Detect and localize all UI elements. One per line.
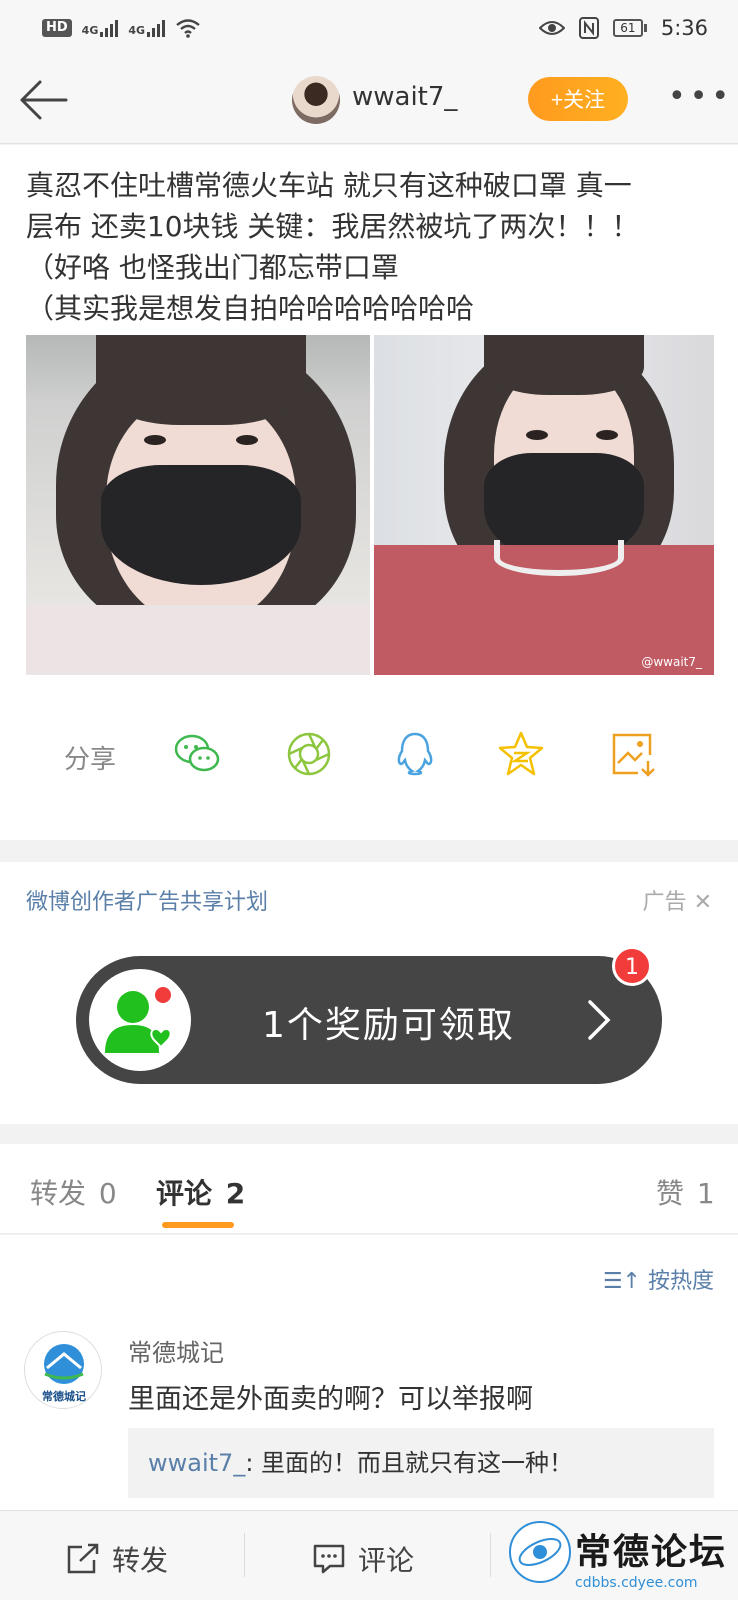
post-line: 真忍不住吐槽常德火车站 就只有这种破口罩 真一 xyxy=(26,169,632,202)
reply-text: : 里面的！而且就只有这一种！ xyxy=(245,1449,574,1477)
more-options-icon[interactable]: ••• xyxy=(668,82,733,112)
status-bar: HD 4G 4G 61 5:36 xyxy=(0,0,738,56)
commenter-avatar[interactable]: 常德城记 xyxy=(24,1331,102,1409)
post-line: 层布 还卖10块钱 关键：我居然被坑了两次！！！ xyxy=(26,210,640,243)
tab-repost[interactable]: 转发 0 xyxy=(30,1172,117,1212)
reply-username[interactable]: wwait7_ xyxy=(148,1449,245,1477)
post-photo-2[interactable]: @wwait7_ xyxy=(374,335,714,675)
close-icon[interactable]: ✕ xyxy=(694,890,712,915)
save-image-icon[interactable] xyxy=(608,729,658,779)
tab-count: 0 xyxy=(98,1177,117,1210)
share-label: 分享 xyxy=(64,745,117,775)
forum-logo-icon xyxy=(509,1521,571,1583)
post-card: 真忍不住吐槽常德火车站 就只有这种破口罩 真一 层布 还卖10块钱 关键：我居然… xyxy=(0,145,738,840)
avatar-label: 常德城记 xyxy=(42,1389,86,1403)
bottom-action-bar: 转发 评论 常德论坛 cdbbs.cdyee.com xyxy=(0,1510,738,1600)
moments-icon[interactable] xyxy=(284,729,334,779)
status-left: HD 4G 4G xyxy=(42,18,201,38)
comment-text: 里面还是外面卖的啊？可以举报啊 xyxy=(128,1384,533,1415)
signal-bars-icon xyxy=(100,19,119,37)
wifi-icon xyxy=(176,19,200,38)
tab-count: 2 xyxy=(225,1177,246,1210)
tab-count: 1 xyxy=(696,1177,715,1210)
reward-user-icon xyxy=(89,969,191,1071)
comment-icon xyxy=(313,1544,345,1574)
eye-icon xyxy=(538,21,565,35)
tab-like[interactable]: 赞 1 xyxy=(656,1172,715,1212)
forum-logo-url: cdbbs.cdyee.com xyxy=(575,1575,698,1591)
author-avatar[interactable] xyxy=(292,76,340,124)
sort-by-hot-button[interactable]: ☰↑ 按热度 xyxy=(603,1263,714,1295)
wechat-icon[interactable] xyxy=(172,729,222,779)
qq-icon[interactable] xyxy=(390,729,440,779)
reward-button[interactable]: 1个奖励可领取 1 xyxy=(76,946,662,1084)
notification-badge: 1 xyxy=(612,946,652,986)
network-type-label: 4G xyxy=(128,24,146,37)
post-text: 真忍不住吐槽常德火车站 就只有这种破口罩 真一 层布 还卖10块钱 关键：我居然… xyxy=(26,165,716,329)
back-arrow-icon[interactable] xyxy=(18,76,70,124)
signal-bars-icon xyxy=(147,19,166,37)
signal-1: 4G xyxy=(82,19,119,37)
forum-watermark-logo: 常德论坛 cdbbs.cdyee.com xyxy=(505,1517,738,1600)
follow-button[interactable]: +关注 xyxy=(528,77,628,121)
qzone-icon[interactable] xyxy=(496,729,546,779)
battery-icon: 61 xyxy=(612,19,647,37)
sort-icon: ☰↑ xyxy=(602,1269,641,1294)
post-line: （好咯 也怪我出门都忘带口罩 xyxy=(26,251,399,284)
tab-label: 转发 xyxy=(30,1177,87,1210)
comment-list: ☰↑ 按热度 常德城记 常德城记 里面还是外面卖的啊？可以举报啊 wwait7_… xyxy=(0,1235,738,1510)
interaction-tabs: 转发 0 评论 2 赞 1 xyxy=(0,1144,738,1234)
chevron-right-icon xyxy=(588,1000,611,1040)
author-username[interactable]: wwait7_ xyxy=(352,82,457,112)
tab-comment[interactable]: 评论 2 xyxy=(156,1172,245,1212)
post-line: （其实我是想发自拍哈哈哈哈哈哈哈 xyxy=(26,292,475,325)
battery-level: 61 xyxy=(612,19,643,37)
photo-watermark: @wwait7_ xyxy=(641,655,702,669)
ad-card: 微博创作者广告共享计划 广告 ✕ 1个奖励可领取 1 xyxy=(0,862,738,1124)
share-row: 分享 xyxy=(0,715,738,795)
ad-program-title[interactable]: 微博创作者广告共享计划 xyxy=(26,884,268,916)
post-photo-1[interactable] xyxy=(26,335,370,675)
hd-indicator: HD xyxy=(42,19,72,37)
sort-label: 按热度 xyxy=(647,1269,714,1294)
repost-label: 转发 xyxy=(112,1544,169,1577)
clock: 5:36 xyxy=(660,16,708,40)
ad-tag-label: 广告 xyxy=(642,890,687,915)
tab-label: 评论 xyxy=(156,1177,213,1210)
network-type-label: 4G xyxy=(81,24,99,37)
ad-tag[interactable]: 广告 ✕ xyxy=(643,884,712,916)
comment-reply[interactable]: wwait7_: 里面的！而且就只有这一种！ xyxy=(128,1428,714,1498)
signal-2: 4G xyxy=(128,19,166,37)
repost-icon xyxy=(67,1543,99,1574)
status-right: 61 5:36 xyxy=(538,16,708,40)
repost-button[interactable]: 转发 xyxy=(66,1539,168,1579)
nfc-icon xyxy=(578,17,599,39)
forum-logo-text: 常德论坛 xyxy=(575,1531,728,1573)
comment-label: 评论 xyxy=(358,1544,415,1577)
comment-button[interactable]: 评论 xyxy=(312,1539,414,1579)
tab-label: 赞 xyxy=(656,1177,685,1210)
active-tab-indicator xyxy=(162,1222,234,1228)
commenter-name[interactable]: 常德城记 xyxy=(128,1333,224,1368)
nav-header: wwait7_ +关注 ••• xyxy=(0,56,738,144)
reward-text: 1个奖励可领取 xyxy=(262,1005,515,1046)
